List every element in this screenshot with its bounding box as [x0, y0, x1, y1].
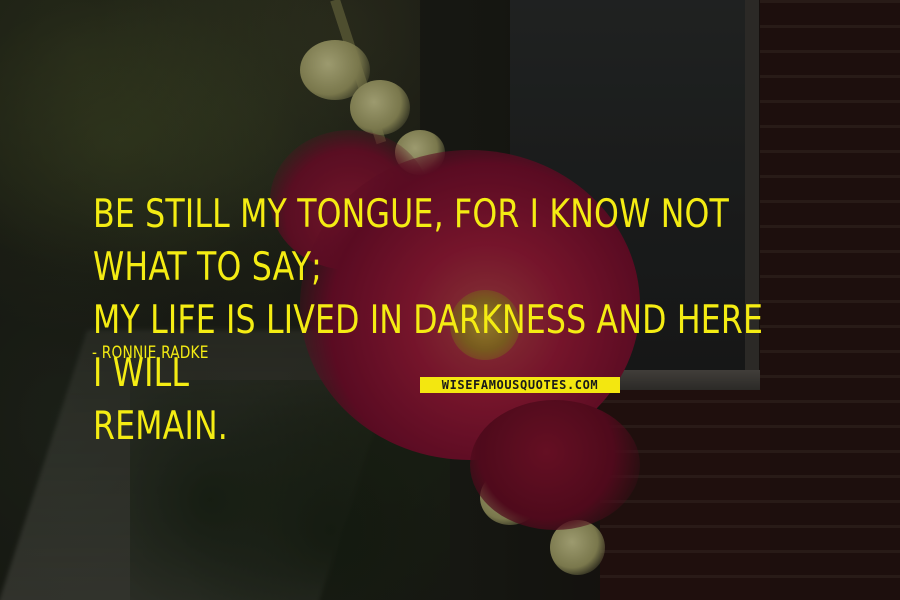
site-watermark: WISEFAMOUSQUOTES.COM [420, 377, 620, 393]
quote-attribution: - RONNIE RADKE [92, 343, 209, 363]
background-photo: BE STILL MY TONGUE, FOR I KNOW NOT WHAT … [0, 0, 900, 600]
quote-text: BE STILL MY TONGUE, FOR I KNOW NOT WHAT … [93, 192, 764, 449]
